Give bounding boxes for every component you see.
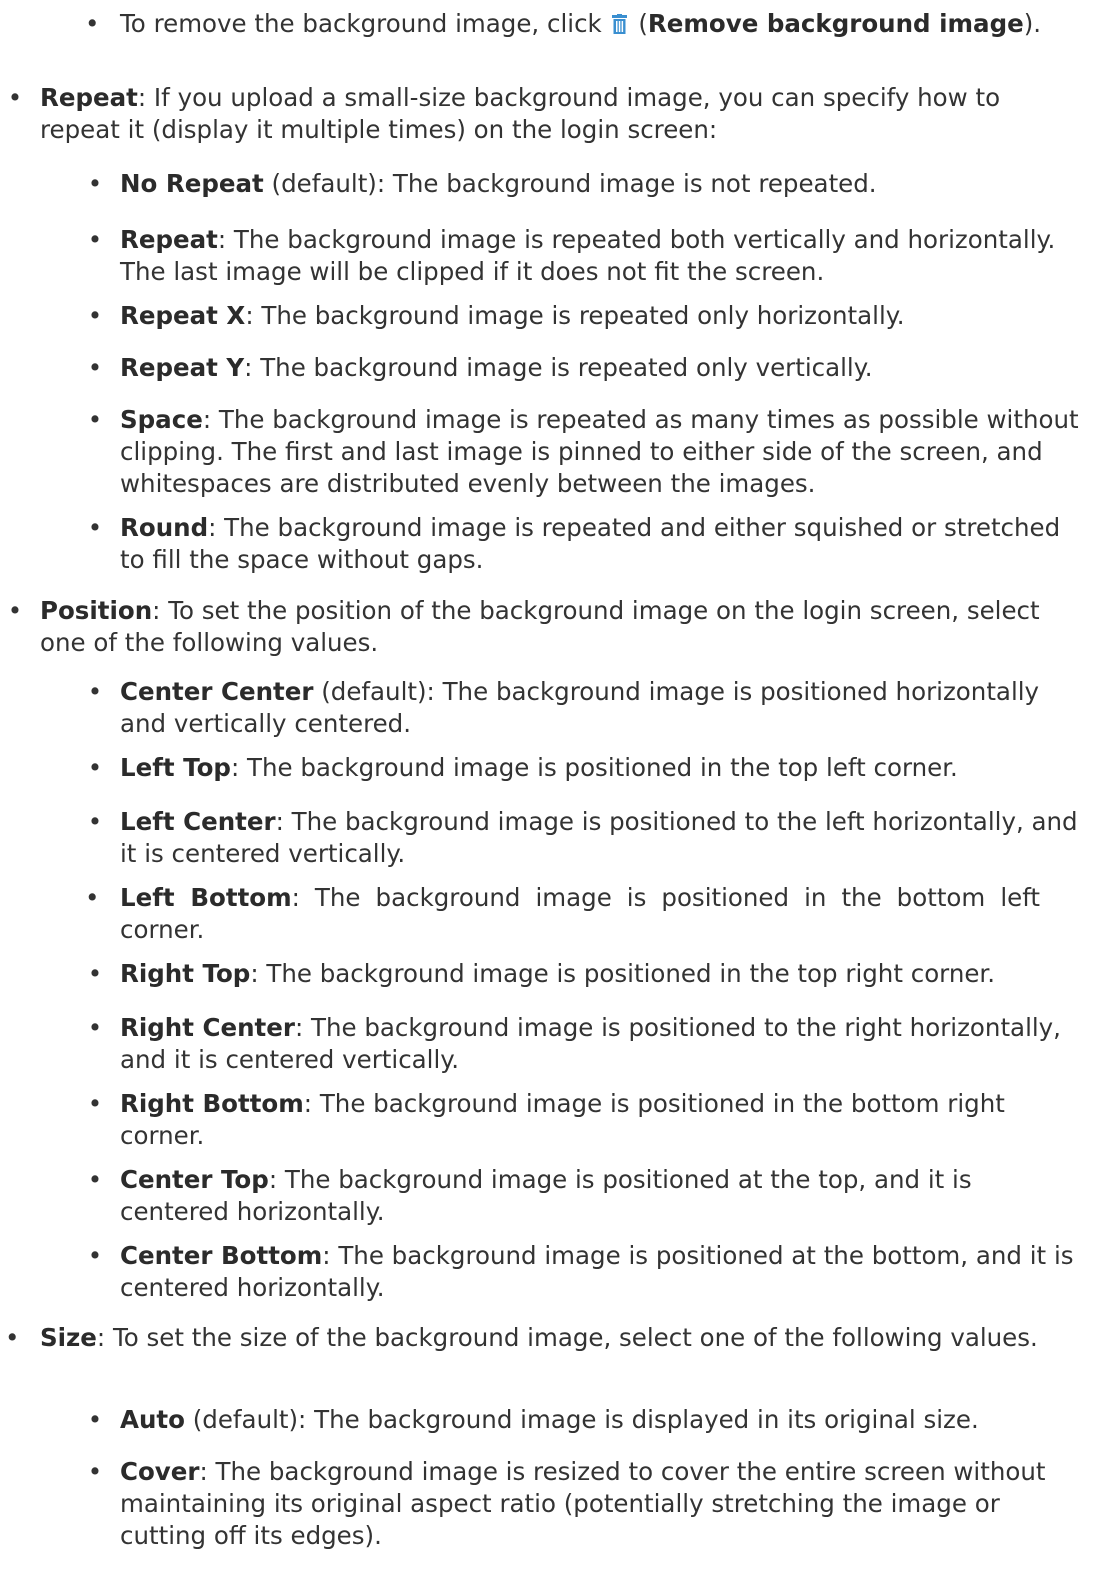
repeat-option-round: • Round: The background image is repeate… <box>87 513 1061 574</box>
position-option-center-bottom: • Center Bottom: The background image is… <box>87 1241 1074 1302</box>
bullet: • <box>85 9 100 38</box>
position-option-left-center: • Left Center: The background image is p… <box>87 807 1078 868</box>
repeat-item: • Repeat: If you upload a small-size bac… <box>7 83 1001 144</box>
position-option-left-bottom: • Left Bottom: The background image is p… <box>85 883 1040 944</box>
position-term: Position <box>40 596 153 625</box>
repeat-option-no-repeat: • No Repeat (default): The background im… <box>87 169 877 198</box>
repeat-option-repeat-x: • Repeat X: The background image is repe… <box>87 301 905 330</box>
position-option-left-top: • Left Top: The background image is posi… <box>87 753 958 782</box>
repeat-option-repeat-y: • Repeat Y: The background image is repe… <box>87 353 873 382</box>
position-option-center-top: • Center Top: The background image is po… <box>87 1165 972 1226</box>
size-term: Size <box>40 1323 97 1352</box>
trash-icon <box>611 14 627 34</box>
size-option-auto: • Auto (default): The background image i… <box>87 1405 979 1434</box>
position-item: • Position: To set the position of the b… <box>7 596 1040 657</box>
remove-background-item: • To remove the background image, click … <box>85 9 1042 38</box>
position-option-right-bottom: • Right Bottom: The background image is … <box>87 1089 1005 1150</box>
size-option-cover: • Cover: The background image is resized… <box>87 1457 1046 1550</box>
repeat-option-repeat: • Repeat: The background image is repeat… <box>87 225 1056 286</box>
repeat-option-space: • Space: The background image is repeate… <box>87 405 1079 498</box>
size-item: • Size: To set the size of the backgroun… <box>5 1323 1038 1352</box>
repeat-term: Repeat <box>40 83 138 112</box>
position-option-center-center: • Center Center (default): The backgroun… <box>87 677 1040 738</box>
position-option-right-center: • Right Center: The background image is … <box>87 1013 1061 1074</box>
remove-text: To remove the background image, click <box>120 9 610 38</box>
remove-background-label: Remove background image <box>647 9 1024 38</box>
position-option-right-top: • Right Top: The background image is pos… <box>87 959 996 988</box>
